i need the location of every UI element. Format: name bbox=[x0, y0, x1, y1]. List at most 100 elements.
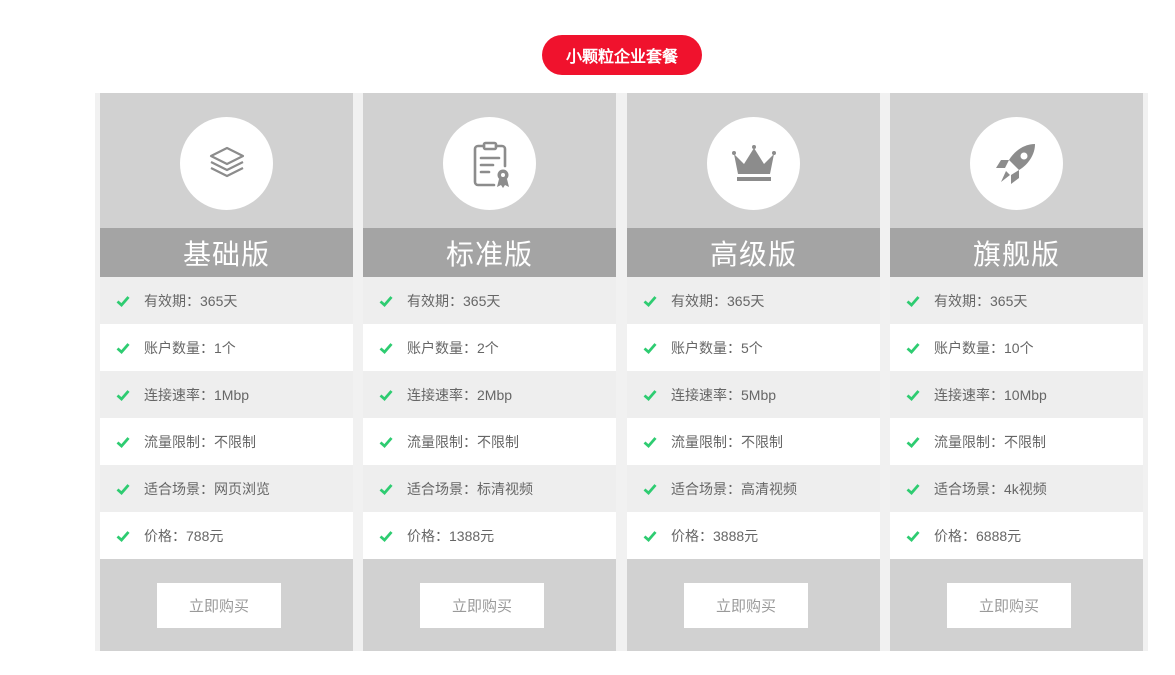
buy-area: 立即购买 bbox=[363, 559, 616, 651]
plan-title: 高级版 bbox=[627, 228, 880, 277]
feature-item: 流量限制：不限制 bbox=[890, 418, 1143, 465]
feature-text: 连接速率：2Mbp bbox=[407, 386, 513, 403]
check-icon bbox=[906, 342, 920, 354]
feature-text: 流量限制：不限制 bbox=[671, 433, 783, 450]
feature-item: 流量限制：不限制 bbox=[627, 418, 880, 465]
plan-icon-area bbox=[363, 93, 616, 228]
check-icon bbox=[379, 530, 393, 542]
check-icon bbox=[643, 530, 657, 542]
check-icon bbox=[116, 295, 130, 307]
feature-item: 价格：1388元 bbox=[363, 512, 616, 559]
check-icon bbox=[116, 483, 130, 495]
plan-card-basic: 基础版 有效期：365天 账户数量：1个 连接速率：1Mbp 流量限制：不限制 … bbox=[100, 93, 353, 651]
feature-text: 账户数量：10个 bbox=[934, 339, 1034, 356]
plan-title: 旗舰版 bbox=[890, 228, 1143, 277]
package-badge[interactable]: 小颗粒企业套餐 bbox=[542, 35, 702, 75]
check-icon bbox=[379, 436, 393, 448]
feature-text: 有效期：365天 bbox=[671, 292, 765, 309]
plan-card-standard: 标准版 有效期：365天 账户数量：2个 连接速率：2Mbp 流量限制：不限制 … bbox=[363, 93, 616, 651]
feature-item: 价格：6888元 bbox=[890, 512, 1143, 559]
buy-area: 立即购买 bbox=[100, 559, 353, 651]
feature-text: 账户数量：5个 bbox=[671, 339, 763, 356]
feature-item: 有效期：365天 bbox=[890, 277, 1143, 324]
buy-now-button[interactable]: 立即购买 bbox=[947, 583, 1071, 628]
check-icon bbox=[379, 389, 393, 401]
check-icon bbox=[906, 389, 920, 401]
check-icon bbox=[379, 295, 393, 307]
feature-item: 账户数量：2个 bbox=[363, 324, 616, 371]
feature-text: 适合场景：网页浏览 bbox=[144, 480, 270, 497]
feature-text: 适合场景：标清视频 bbox=[407, 480, 533, 497]
feature-text: 账户数量：1个 bbox=[144, 339, 236, 356]
feature-text: 流量限制：不限制 bbox=[934, 433, 1046, 450]
plan-card-flagship: 旗舰版 有效期：365天 账户数量：10个 连接速率：10Mbp 流量限制：不限… bbox=[890, 93, 1143, 651]
buy-area: 立即购买 bbox=[890, 559, 1143, 651]
icon-circle bbox=[443, 117, 536, 210]
feature-item: 账户数量：1个 bbox=[100, 324, 353, 371]
feature-item: 适合场景：高清视频 bbox=[627, 465, 880, 512]
buy-now-button[interactable]: 立即购买 bbox=[420, 583, 544, 628]
feature-text: 账户数量：2个 bbox=[407, 339, 499, 356]
plan-icon-area bbox=[890, 93, 1143, 228]
feature-item: 连接速率：1Mbp bbox=[100, 371, 353, 418]
crown-icon bbox=[731, 144, 776, 181]
feature-text: 连接速率：1Mbp bbox=[144, 386, 250, 403]
check-icon bbox=[116, 389, 130, 401]
plan-card-advanced: 高级版 有效期：365天 账户数量：5个 连接速率：5Mbp 流量限制：不限制 … bbox=[627, 93, 880, 651]
feature-text: 适合场景：4k视频 bbox=[934, 480, 1047, 497]
feature-item: 适合场景：4k视频 bbox=[890, 465, 1143, 512]
layers-icon bbox=[209, 146, 244, 177]
feature-item: 有效期：365天 bbox=[363, 277, 616, 324]
feature-item: 流量限制：不限制 bbox=[363, 418, 616, 465]
check-icon bbox=[643, 342, 657, 354]
feature-list: 有效期：365天 账户数量：5个 连接速率：5Mbp 流量限制：不限制 适合场景… bbox=[627, 277, 880, 559]
feature-list: 有效期：365天 账户数量：1个 连接速率：1Mbp 流量限制：不限制 适合场景… bbox=[100, 277, 353, 559]
feature-text: 流量限制：不限制 bbox=[144, 433, 256, 450]
certificate-icon bbox=[473, 141, 509, 188]
feature-item: 适合场景：网页浏览 bbox=[100, 465, 353, 512]
icon-circle bbox=[970, 117, 1063, 210]
check-icon bbox=[643, 295, 657, 307]
buy-now-button[interactable]: 立即购买 bbox=[684, 583, 808, 628]
check-icon bbox=[906, 436, 920, 448]
feature-item: 账户数量：5个 bbox=[627, 324, 880, 371]
check-icon bbox=[116, 342, 130, 354]
feature-list: 有效期：365天 账户数量：10个 连接速率：10Mbp 流量限制：不限制 适合… bbox=[890, 277, 1143, 559]
feature-item: 连接速率：10Mbp bbox=[890, 371, 1143, 418]
feature-item: 连接速率：5Mbp bbox=[627, 371, 880, 418]
buy-area: 立即购买 bbox=[627, 559, 880, 651]
feature-text: 连接速率：10Mbp bbox=[934, 386, 1047, 403]
feature-text: 适合场景：高清视频 bbox=[671, 480, 797, 497]
plan-icon-area bbox=[100, 93, 353, 228]
rocket-icon bbox=[995, 143, 1035, 184]
check-icon bbox=[906, 530, 920, 542]
plan-title: 基础版 bbox=[100, 228, 353, 277]
check-icon bbox=[643, 436, 657, 448]
feature-text: 价格：6888元 bbox=[934, 527, 1022, 544]
check-icon bbox=[116, 530, 130, 542]
check-icon bbox=[906, 295, 920, 307]
feature-item: 有效期：365天 bbox=[627, 277, 880, 324]
feature-item: 有效期：365天 bbox=[100, 277, 353, 324]
check-icon bbox=[643, 483, 657, 495]
feature-text: 连接速率：5Mbp bbox=[671, 386, 777, 403]
feature-item: 流量限制：不限制 bbox=[100, 418, 353, 465]
feature-text: 有效期：365天 bbox=[407, 292, 501, 309]
buy-now-button[interactable]: 立即购买 bbox=[157, 583, 281, 628]
feature-item: 适合场景：标清视频 bbox=[363, 465, 616, 512]
check-icon bbox=[906, 483, 920, 495]
feature-text: 价格：1388元 bbox=[407, 527, 495, 544]
plan-icon-area bbox=[627, 93, 880, 228]
check-icon bbox=[379, 342, 393, 354]
feature-item: 价格：788元 bbox=[100, 512, 353, 559]
icon-circle bbox=[707, 117, 800, 210]
feature-item: 账户数量：10个 bbox=[890, 324, 1143, 371]
feature-text: 有效期：365天 bbox=[144, 292, 238, 309]
check-icon bbox=[643, 389, 657, 401]
feature-text: 价格：788元 bbox=[144, 527, 224, 544]
feature-item: 连接速率：2Mbp bbox=[363, 371, 616, 418]
icon-circle bbox=[180, 117, 273, 210]
feature-item: 价格：3888元 bbox=[627, 512, 880, 559]
check-icon bbox=[379, 483, 393, 495]
check-icon bbox=[116, 436, 130, 448]
